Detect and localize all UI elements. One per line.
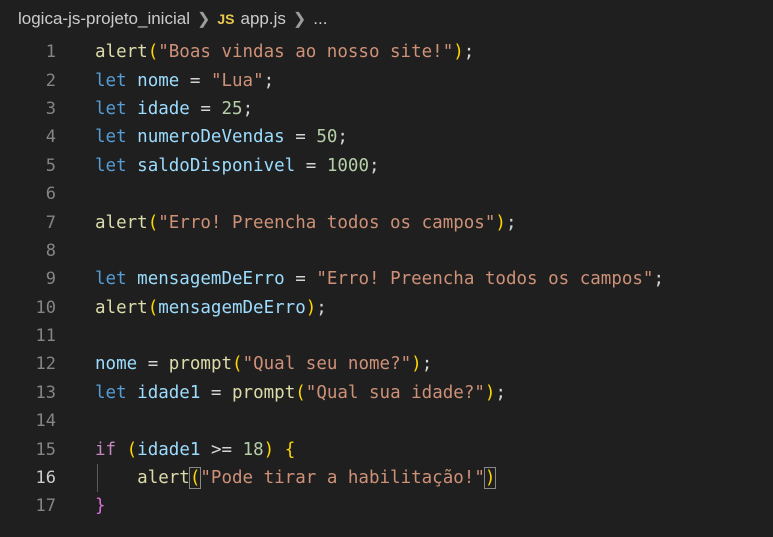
breadcrumb-file[interactable]: app.js: [241, 9, 286, 29]
line-number: 1: [45, 42, 56, 63]
code-text[interactable]: let numeroDeVendas = 50;: [95, 127, 348, 147]
code-text[interactable]: alert(mensagemDeErro);: [95, 298, 327, 318]
code-line[interactable]: 16 alert("Pode tirar a habilitação!"): [0, 463, 773, 493]
code-line[interactable]: 12 nome = prompt("Qual seu nome?");: [0, 350, 773, 378]
breadcrumb-folder[interactable]: logica-js-projeto_inicial: [18, 9, 190, 29]
indent-guide: [97, 463, 98, 493]
breadcrumb: logica-js-projeto_inicial ❯ JS app.js ❯ …: [0, 0, 773, 38]
code-line[interactable]: 8: [0, 237, 773, 265]
line-number: 17: [35, 496, 56, 517]
code-text[interactable]: let idade1 = prompt("Qual sua idade?");: [95, 383, 506, 403]
line-number: 15: [35, 439, 56, 460]
chevron-right-icon: ❯: [292, 11, 307, 28]
breadcrumb-more[interactable]: ...: [313, 9, 327, 29]
code-line[interactable]: 14: [0, 407, 773, 435]
line-number: 2: [45, 70, 56, 91]
line-number: 13: [35, 382, 56, 403]
code-line[interactable]: 13 let idade1 = prompt("Qual sua idade?")…: [0, 379, 773, 407]
chevron-right-icon: ❯: [196, 11, 211, 28]
code-text[interactable]: }: [95, 496, 106, 516]
code-text[interactable]: alert("Boas vindas ao nosso site!");: [95, 42, 474, 62]
code-line[interactable]: 5 let saldoDisponivel = 1000;: [0, 152, 773, 180]
code-line[interactable]: 17}: [0, 492, 773, 520]
code-line[interactable]: 15 if (idade1 >= 18) {: [0, 435, 773, 463]
code-text[interactable]: alert("Erro! Preencha todos os campos");: [95, 213, 516, 233]
code-line[interactable]: 11: [0, 322, 773, 350]
line-number: 3: [45, 98, 56, 119]
line-number: 5: [45, 155, 56, 176]
code-line[interactable]: 6: [0, 180, 773, 208]
line-number: 10: [35, 297, 56, 318]
code-text[interactable]: if (idade1 >= 18) {: [95, 440, 295, 460]
code-text[interactable]: let nome = "Lua";: [95, 71, 274, 91]
line-number: 8: [45, 240, 56, 261]
code-text[interactable]: let saldoDisponivel = 1000;: [95, 156, 380, 176]
code-line[interactable]: 7 alert("Erro! Preencha todos os campos")…: [0, 208, 773, 236]
code-text[interactable]: alert("Pode tirar a habilitação!"): [95, 467, 497, 490]
line-number: 6: [45, 184, 56, 205]
line-number: 16: [35, 468, 56, 489]
code-line[interactable]: 1 alert("Boas vindas ao nosso site!");: [0, 38, 773, 66]
code-text[interactable]: let idade = 25;: [95, 99, 253, 119]
code-line[interactable]: 2 let nome = "Lua";: [0, 66, 773, 94]
line-number: 7: [45, 212, 56, 233]
line-number: 4: [45, 127, 56, 148]
code-line[interactable]: 3 let idade = 25;: [0, 95, 773, 123]
code-line[interactable]: 9 let mensagemDeErro = "Erro! Preencha to…: [0, 265, 773, 293]
line-number: 11: [35, 326, 56, 347]
line-number: 9: [45, 269, 56, 290]
line-number: 14: [35, 411, 56, 432]
code-text[interactable]: let mensagemDeErro = "Erro! Preencha tod…: [95, 269, 664, 289]
code-editor[interactable]: 1 alert("Boas vindas ao nosso site!"); 2 le…: [0, 38, 773, 521]
code-line[interactable]: 4 let numeroDeVendas = 50;: [0, 123, 773, 151]
code-text[interactable]: nome = prompt("Qual seu nome?");: [95, 354, 432, 374]
code-line[interactable]: 10 alert(mensagemDeErro);: [0, 294, 773, 322]
line-number: 12: [35, 354, 56, 375]
javascript-file-icon: JS: [217, 11, 235, 27]
